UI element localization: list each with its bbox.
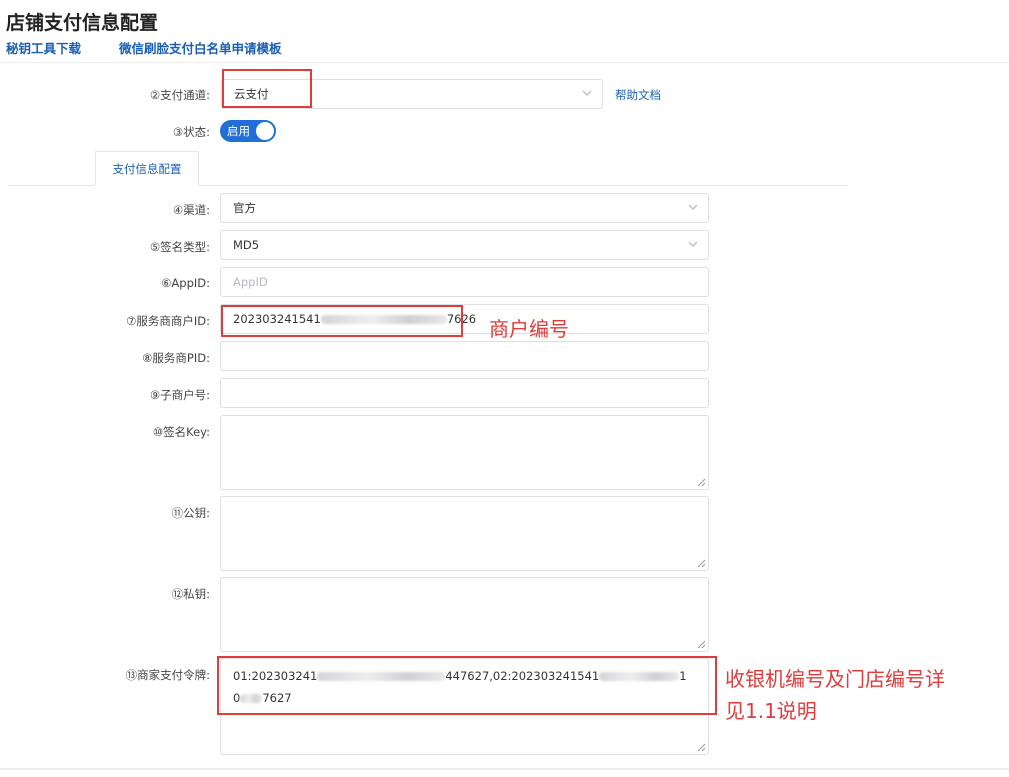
footer-divider <box>0 768 1009 770</box>
private-key-label: ⑫私钥: <box>171 587 210 601</box>
highlight-box-payment-channel <box>222 69 312 108</box>
annotation-merchant-no: 商户编号 <box>489 317 569 341</box>
resize-handle-icon[interactable] <box>696 742 706 752</box>
merchant-token-label: ⑬商家支付令牌: <box>125 668 210 682</box>
app-id-placeholder: AppID <box>233 275 268 289</box>
sub-merchant-no-input[interactable] <box>220 378 709 408</box>
sign-key-label: ⑩签名Key: <box>152 425 210 439</box>
key-tool-download-link[interactable]: 秘钥工具下载 <box>6 38 81 57</box>
annotation-cashier-line-1: 收银机编号及门店编号详 <box>725 667 945 691</box>
resize-handle-icon[interactable] <box>696 639 706 649</box>
sub-merchant-no-label: ⑨子商户号: <box>149 388 210 402</box>
public-key-textarea[interactable] <box>220 496 709 571</box>
payment-channel-label: ②支付通道: <box>149 88 210 102</box>
wechat-face-pay-whitelist-template-link[interactable]: 微信刷脸支付白名单申请模板 <box>119 38 282 57</box>
sign-type-select[interactable]: MD5 <box>220 230 709 260</box>
channel-label: ④渠道: <box>172 203 210 217</box>
resize-handle-icon[interactable] <box>696 477 706 487</box>
highlight-box-merchant-id <box>221 305 463 337</box>
status-label: ③状态: <box>172 125 210 139</box>
tab-payment-info-config[interactable]: 支付信息配置 <box>95 151 199 186</box>
chevron-down-icon <box>582 90 592 96</box>
status-toggle-text: 启用 <box>227 124 250 138</box>
app-id-label: ⑥AppID: <box>161 276 210 290</box>
service-pid-input[interactable] <box>220 341 709 371</box>
help-doc-link[interactable]: 帮助文档 <box>615 87 661 103</box>
chevron-down-icon <box>688 204 698 210</box>
app-id-input[interactable]: AppID <box>220 267 709 297</box>
page-title: 店铺支付信息配置 <box>6 12 159 34</box>
private-key-textarea[interactable] <box>220 577 709 652</box>
service-pid-label: ⑧服务商PID: <box>142 351 210 365</box>
channel-value: 官方 <box>233 201 256 215</box>
annotation-cashier-line-2: 见1.1说明 <box>725 699 817 723</box>
public-key-label: ⑪公钥: <box>171 506 210 520</box>
highlight-box-merchant-token <box>217 656 717 715</box>
sign-type-label: ⑤签名类型: <box>149 240 210 254</box>
status-toggle[interactable]: 启用 <box>220 120 276 142</box>
resize-handle-icon[interactable] <box>696 558 706 568</box>
sign-type-value: MD5 <box>233 238 260 252</box>
channel-select[interactable]: 官方 <box>220 193 709 223</box>
service-merchant-id-label: ⑦服务商商户ID: <box>126 314 210 328</box>
header-divider <box>0 62 1009 63</box>
chevron-down-icon <box>688 241 698 247</box>
toggle-knob <box>256 122 274 140</box>
sign-key-textarea[interactable] <box>220 415 709 490</box>
